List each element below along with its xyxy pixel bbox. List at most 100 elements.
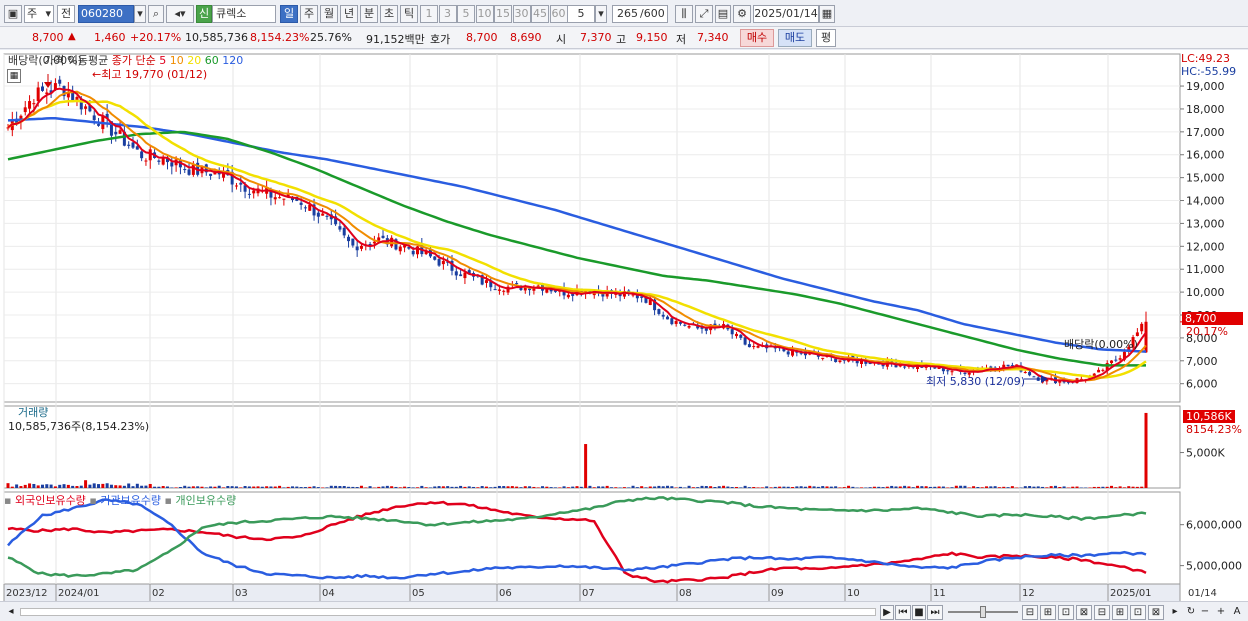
- stop-icon[interactable]: ■: [912, 605, 926, 620]
- volume-y-tick-label: 5,000K: [1186, 447, 1225, 460]
- table-icon[interactable]: ▦: [7, 69, 21, 83]
- zoom-icon-1[interactable]: ⊟: [1022, 605, 1038, 620]
- candle-icon[interactable]: ⫼: [675, 5, 693, 23]
- zoom-icon-6[interactable]: ⊞: [1112, 605, 1128, 620]
- volume-bar: [786, 486, 790, 488]
- volume-bar: [605, 485, 609, 488]
- period-type-select[interactable]: 주 ▾: [24, 5, 54, 23]
- calendar-icon[interactable]: ▦: [819, 5, 835, 23]
- volume-bar: [291, 486, 294, 488]
- y-tick-label: 16,000: [1186, 149, 1225, 162]
- period-tab-1[interactable]: 주: [300, 5, 318, 23]
- minute-tab-3[interactable]: 10: [475, 5, 494, 23]
- volume-bar: [700, 485, 704, 488]
- minute-select[interactable]: 5: [567, 5, 595, 23]
- scroll-track[interactable]: [20, 608, 876, 616]
- pan-icon[interactable]: ↻: [1184, 605, 1198, 620]
- zoom-icon-7[interactable]: ⊡: [1130, 605, 1146, 620]
- zoom-icon-5[interactable]: ⊟: [1094, 605, 1110, 620]
- volume-bar: [66, 484, 70, 488]
- search-icon[interactable]: ⌕: [148, 5, 164, 23]
- period-tab-5[interactable]: 초: [380, 5, 398, 23]
- count-input[interactable]: 265: [612, 5, 640, 23]
- minute-tab-7[interactable]: 60: [549, 5, 568, 23]
- period-tab-3[interactable]: 년: [340, 5, 358, 23]
- scroll-left-icon[interactable]: ◂: [4, 605, 18, 620]
- stock-code-input[interactable]: 060280: [78, 5, 134, 23]
- zoom-slider-handle[interactable]: [980, 606, 986, 618]
- bid-price-2: 8,690: [510, 31, 542, 44]
- legend-bullet-icon: ▪: [89, 494, 97, 507]
- prev-button[interactable]: 전: [57, 5, 75, 23]
- period-tab-2[interactable]: 월: [320, 5, 338, 23]
- buy-button[interactable]: 매수: [740, 29, 774, 47]
- minute-tab-1[interactable]: 3: [438, 5, 457, 23]
- candle-body: [368, 243, 372, 245]
- window-icon[interactable]: ▣: [4, 5, 22, 23]
- volume-bar: [691, 487, 695, 488]
- minute-tab-4[interactable]: 15: [494, 5, 512, 23]
- candle-body: [1140, 323, 1144, 332]
- volume-bar: [1118, 486, 1122, 488]
- volume-bar: [911, 487, 915, 488]
- chevron-down-icon[interactable]: ▾: [134, 5, 146, 23]
- x-tick-label: 03: [235, 588, 248, 599]
- zoom-in-icon[interactable]: +: [1214, 605, 1228, 620]
- play-icon[interactable]: ▶: [880, 605, 894, 620]
- candle-body: [463, 272, 467, 279]
- volume-bar: [338, 486, 342, 488]
- zoom-icon-3[interactable]: ⊡: [1058, 605, 1074, 620]
- volume-bar: [597, 486, 601, 488]
- chart-area[interactable]: 2023/12 2024/01 02 03 04 05 06 07 08 09 10 11 12 2025…: [0, 50, 1248, 604]
- zoom-icon-8[interactable]: ⊠: [1148, 605, 1164, 620]
- period-type-value: 주: [27, 7, 38, 20]
- candle-body: [372, 241, 376, 244]
- price-change: 1,460: [94, 31, 126, 44]
- volume-bar: [351, 486, 355, 488]
- minute-tab-0[interactable]: 1: [420, 5, 438, 23]
- volume-bar: [6, 483, 10, 488]
- candle-body: [674, 321, 678, 324]
- candle-body: [821, 357, 825, 359]
- chevron-down-icon: ▾: [45, 7, 51, 20]
- x-tick-label: 12: [1022, 588, 1035, 599]
- volume-bar: [920, 486, 924, 488]
- date-field[interactable]: 2025/01/14: [753, 5, 819, 23]
- minute-tab-5[interactable]: 30: [512, 5, 531, 23]
- period-tab-4[interactable]: 분: [360, 5, 378, 23]
- candle-body: [484, 280, 488, 283]
- zoom-icon-2[interactable]: ⊞: [1040, 605, 1056, 620]
- candle-body: [903, 366, 907, 368]
- gear-icon[interactable]: ⚙: [733, 5, 751, 23]
- volume-bar: [450, 486, 454, 488]
- zoom-icon-4[interactable]: ⊠: [1076, 605, 1092, 620]
- draw-tool-icon[interactable]: ⤢: [695, 5, 713, 23]
- candle-body: [40, 86, 44, 91]
- save-icon[interactable]: ▤: [715, 5, 731, 23]
- zoom-out-icon[interactable]: −: [1198, 605, 1212, 620]
- period-tab-6[interactable]: 틱: [400, 5, 418, 23]
- volume-bar: [1110, 485, 1114, 488]
- volume-bar: [153, 486, 157, 488]
- candle-body: [502, 290, 506, 292]
- candle-body: [347, 236, 351, 242]
- minute-tab-6[interactable]: 45: [531, 5, 549, 23]
- rewind-icon[interactable]: ⏮: [895, 605, 911, 620]
- volume-bar: [877, 486, 881, 488]
- volume-bar: [743, 485, 747, 488]
- forward-icon[interactable]: ⏭: [927, 605, 943, 620]
- volume-bar: [993, 486, 997, 488]
- speaker-icon[interactable]: ◂▾: [166, 5, 194, 23]
- chevron-down-icon[interactable]: ▾: [595, 5, 607, 23]
- eval-button[interactable]: 평: [816, 29, 836, 47]
- minute-tab-2[interactable]: 5: [457, 5, 475, 23]
- period-tab-0[interactable]: 일: [280, 5, 298, 23]
- volume-bar: [640, 486, 644, 488]
- volume-bar: [821, 486, 825, 488]
- volume-bar: [872, 486, 876, 488]
- sell-button[interactable]: 매도: [778, 29, 812, 47]
- stock-name-field[interactable]: 큐렉소: [212, 5, 276, 23]
- font-size-icon[interactable]: A: [1230, 605, 1244, 620]
- candle-body: [342, 227, 346, 236]
- scroll-right-icon[interactable]: ▸: [1168, 605, 1182, 620]
